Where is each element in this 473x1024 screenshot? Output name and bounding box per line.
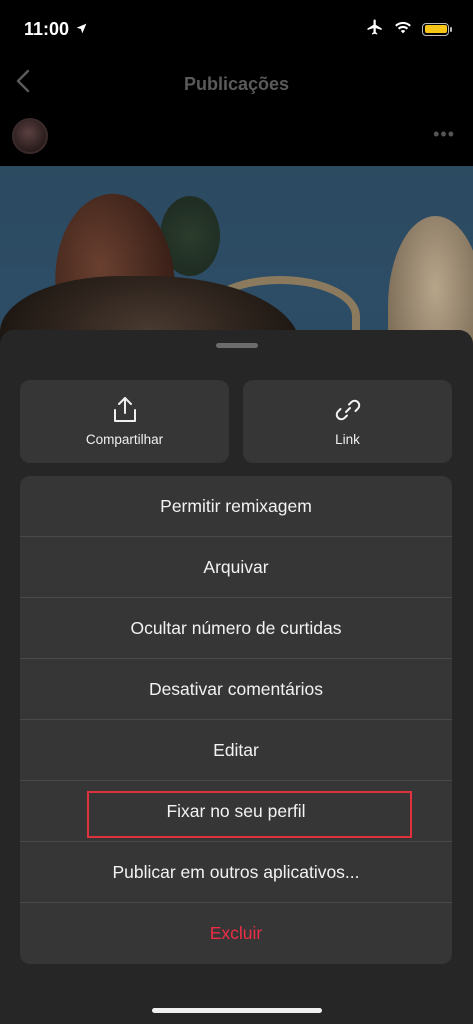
share-icon (113, 397, 136, 422)
nav-header: Publicações (0, 58, 473, 110)
menu-item-delete[interactable]: Excluir (20, 903, 452, 964)
status-time: 11:00 (24, 19, 88, 40)
options-menu: Permitir remixagem Arquivar Ocultar núme… (20, 476, 452, 964)
menu-item-edit[interactable]: Editar (20, 720, 452, 781)
username[interactable] (60, 129, 64, 144)
link-label: Link (335, 432, 360, 447)
home-indicator (152, 1008, 322, 1013)
menu-item-allow-remix[interactable]: Permitir remixagem (20, 476, 452, 537)
more-options-icon[interactable]: ••• (433, 124, 455, 145)
location-arrow-icon (75, 19, 88, 40)
menu-item-archive[interactable]: Arquivar (20, 537, 452, 598)
share-label: Compartilhar (85, 432, 164, 447)
menu-item-turn-off-comments[interactable]: Desativar comentários (20, 659, 452, 720)
post-header: ••• (0, 112, 473, 164)
menu-item-pin-to-profile[interactable]: Fixar no seu perfil (20, 781, 452, 842)
share-button[interactable]: Compartilhar (20, 380, 229, 463)
menu-item-post-to-other-apps[interactable]: Publicar em outros aplicativos... (20, 842, 452, 903)
menu-item-hide-like-count[interactable]: Ocultar número de curtidas (20, 598, 452, 659)
avatar[interactable] (12, 118, 48, 154)
wifi-icon (394, 20, 412, 39)
link-icon (335, 399, 360, 421)
nav-subtitle (0, 62, 473, 74)
time-text: 11:00 (24, 18, 70, 39)
page-title: Publicações (183, 74, 290, 94)
sheet-handle[interactable] (216, 343, 258, 348)
airplane-icon (366, 18, 384, 41)
battery-icon (422, 22, 452, 36)
highlight-box (87, 791, 412, 838)
status-bar: 11:00 (0, 0, 473, 58)
status-icons (366, 18, 452, 41)
options-sheet: Compartilhar Link Permitir remixagem Arq… (0, 330, 473, 1024)
link-button[interactable]: Link (243, 380, 452, 463)
